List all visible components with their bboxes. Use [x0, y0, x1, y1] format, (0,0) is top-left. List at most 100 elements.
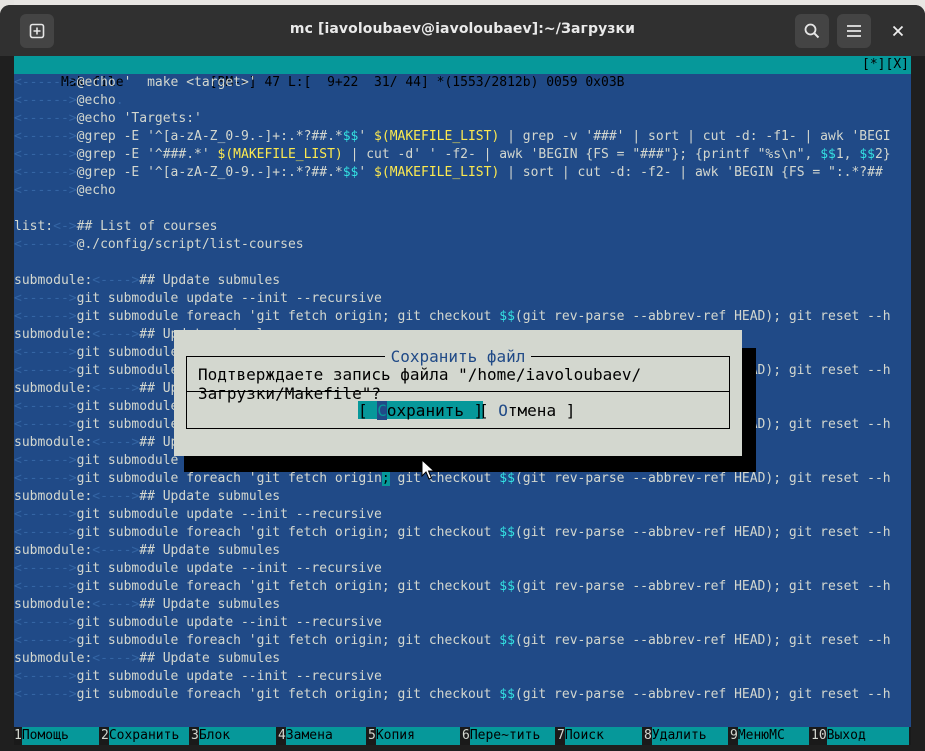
editor-text: @grep -E '^[a-zA-Z_0-9.-]+:.*?##.*	[76, 165, 343, 180]
fkey-label: МенюMC	[737, 727, 809, 745]
fkey-6[interactable]: 6Пере~тить	[462, 727, 557, 745]
editor-line: <------>git submodule update --init --re…	[14, 614, 911, 632]
fkey-5[interactable]: 5Копия	[368, 727, 462, 745]
fkey-label: Выход	[826, 727, 909, 745]
save-button-label: охранить ]	[386, 401, 484, 420]
tab-marker: <---->	[92, 597, 140, 612]
editor-text: 1,	[835, 147, 860, 162]
fkey-8[interactable]: 8Удалить	[644, 727, 730, 745]
editor-text: (git rev-parse --abbrev-ref HEAD); git r…	[514, 471, 891, 486]
tab-marker: <------>	[14, 633, 77, 648]
fkey-label: Блок	[198, 727, 276, 745]
search-button[interactable]	[795, 14, 829, 48]
editor-text: $$	[342, 165, 359, 180]
editor-text: $$	[820, 147, 836, 162]
editor-text: | grep -v '###' | sort | cut -d: -f1- | …	[499, 129, 891, 144]
fkey-number: 8	[644, 728, 652, 743]
window-title: mc [iavoloubaev@iavoloubaev]:~/Загрузки	[289, 21, 636, 37]
editor-text: $$	[859, 147, 875, 162]
editor-text: (git rev-parse --abbrev-ref HEAD); git r…	[514, 579, 891, 594]
editor-line: <------>git submodule foreach 'git fetch…	[14, 632, 911, 650]
save-button[interactable]: [ Сохранить ]	[358, 401, 484, 420]
editor-line: <------>git submodule foreach 'git fetch…	[14, 470, 911, 488]
editor-text: (git rev-parse --abbrev-ref HEAD); git r…	[514, 687, 891, 702]
dialog-title: Сохранить файл	[384, 347, 532, 366]
fkey-9[interactable]: 9МенюMC	[730, 727, 811, 745]
editor-text: git submodule update --init --recursive	[76, 291, 382, 306]
editor-text: submodule:	[14, 273, 93, 288]
cancel-button[interactable]: [ Отмена ]	[479, 401, 575, 420]
editor-text: git submodule foreach 'git fetch origin;…	[76, 525, 500, 540]
editor-text: (git rev-parse --abbrev-ref HEAD); git r…	[514, 633, 891, 648]
tab-marker: <------>	[14, 561, 77, 576]
tab-marker: <------>	[14, 615, 77, 630]
editor-text: git submodule foreach 'git fetch origin	[76, 471, 382, 486]
tab-marker: <------>	[14, 525, 77, 540]
editor-line: submodule:<---->## Update submules	[14, 488, 911, 506]
editor-text: list:	[14, 219, 54, 234]
editor-line: <------>@grep -E '^###.*' $(MAKEFILE_LIS…	[14, 146, 911, 164]
status-flags: [*][X]	[862, 57, 909, 72]
editor-text: $$	[342, 129, 359, 144]
fkey-number: 5	[368, 728, 376, 743]
editor-text: git submodule update --init --recursive	[76, 507, 382, 522]
fkey-label: Поиск	[564, 727, 642, 745]
menu-button[interactable]	[837, 14, 871, 48]
dialog-title-wrap: Сохранить файл	[174, 347, 742, 366]
editor-text: submodule:	[14, 435, 93, 450]
tab-marker: <------>	[14, 93, 77, 108]
editor-text: '	[358, 165, 375, 180]
fkey-10[interactable]: 10Выход	[811, 727, 911, 745]
fkey-label: Удалить	[651, 727, 728, 745]
editor-line: <------>git submodule update --init --re…	[14, 506, 911, 524]
tab-marker: <---->	[92, 273, 140, 288]
tab-marker: <------>	[14, 75, 77, 90]
tab-marker: <------>	[14, 399, 77, 414]
tab-marker: <------>	[14, 165, 77, 180]
fkey-3[interactable]: 3Блок	[191, 727, 278, 745]
tab-marker: <------>	[14, 111, 77, 126]
hamburger-menu-icon	[847, 25, 861, 37]
editor-line: <------>@echo ' make <target>'	[14, 74, 911, 92]
fkey-label: Замена	[285, 727, 366, 745]
fkey-2[interactable]: 2Сохранить	[101, 727, 191, 745]
tab-marker: <---->	[92, 651, 140, 666]
editor-line: submodule:<---->## Update submules	[14, 596, 911, 614]
editor-text: (git rev-parse --abbrev-ref HEAD); git r…	[514, 309, 891, 324]
editor-line: <------>@echo	[14, 182, 911, 200]
editor-text: $$	[499, 687, 515, 702]
fkey-1[interactable]: 1Помощь	[14, 727, 101, 745]
tab-marker: <------>	[14, 471, 77, 486]
editor-text: ## List of courses	[76, 219, 218, 234]
fkey-4[interactable]: 4Замена	[278, 727, 368, 745]
editor-line: list:<->## List of courses	[14, 218, 911, 236]
editor-text: git submodule foreach 'git fetch origin;…	[76, 687, 500, 702]
tab-marker: <---->	[92, 489, 140, 504]
editor-text: git submodule	[76, 453, 187, 468]
tab-marker: .	[115, 93, 124, 108]
editor-line: <------>git submodule update --init --re…	[14, 290, 911, 308]
editor-text: @echo ' make <target>'	[76, 75, 257, 90]
editor-text: ## Update submules	[139, 273, 281, 288]
editor-text: $$	[499, 471, 515, 486]
cancel-button-hotkey: О	[498, 401, 508, 420]
editor-text: submodule:	[14, 327, 93, 342]
fkey-number: 10	[811, 728, 827, 743]
editor-text: git submodule update --init --recursive	[76, 615, 382, 630]
fkey-7[interactable]: 7Поиск	[557, 727, 644, 745]
editor-text: @grep -E '^[a-zA-Z_0-9.-]+:.*?##.*	[76, 129, 343, 144]
editor-text: $(MAKEFILE_LIST)	[217, 147, 343, 162]
tab-marker: <------>	[14, 237, 77, 252]
tab-marker: <------>	[14, 453, 77, 468]
close-window-button[interactable]	[881, 14, 915, 48]
fkey-label: Пере~тить	[469, 727, 555, 745]
editor-text: @./config/script/list-courses	[76, 237, 304, 252]
editor-text: $$	[499, 309, 515, 324]
editor-line: submodule:<---->## Update submules	[14, 272, 911, 290]
editor-text: git submodule foreach 'git fetch origin;…	[76, 579, 500, 594]
fkey-number: 3	[191, 728, 199, 743]
editor-line: <------>git submodule foreach 'git fetch…	[14, 308, 911, 326]
editor-text: @echo	[76, 93, 116, 108]
tab-marker: <------>	[14, 183, 77, 198]
